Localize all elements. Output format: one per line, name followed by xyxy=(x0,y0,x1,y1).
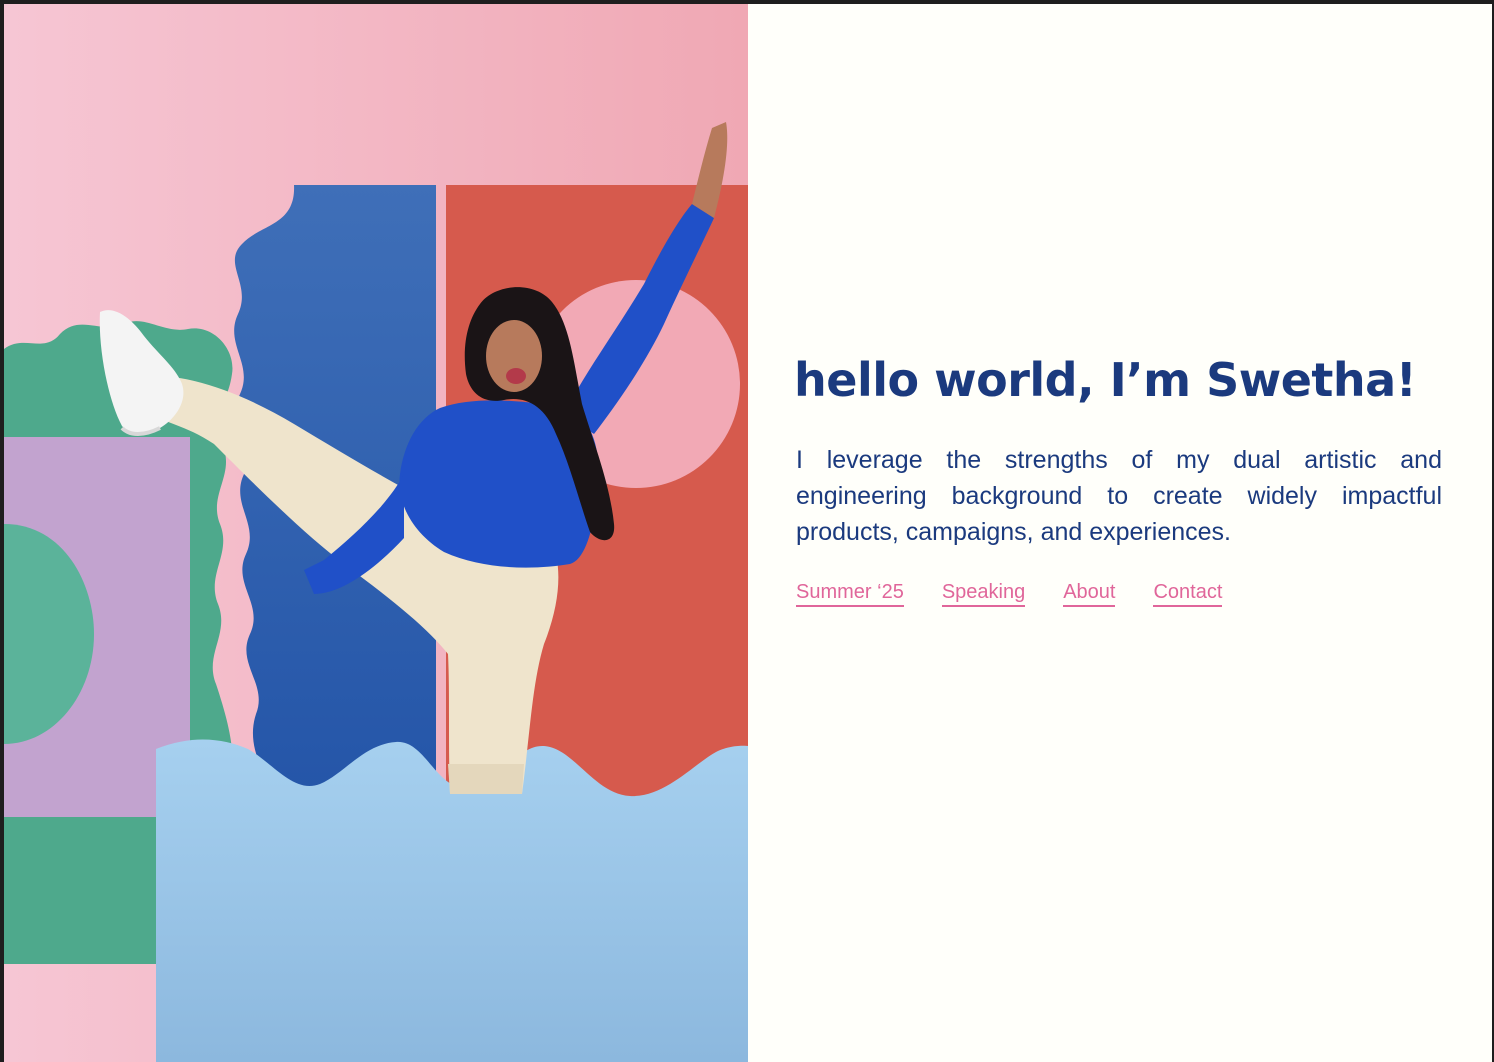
hero-photo xyxy=(4,4,748,1062)
tagline: I leverage the strengths of my dual arti… xyxy=(796,446,1442,546)
nav-link-contact[interactable]: Contact xyxy=(1153,580,1223,607)
intro-section: hello world, I’m Swetha! I leverage the … xyxy=(794,344,1442,607)
nav-link-summer-25[interactable]: Summer ‘25 xyxy=(796,580,904,607)
page-title: hello world, I’m Swetha! xyxy=(794,353,1417,407)
nav-link-speaking[interactable]: Speaking xyxy=(941,580,1026,607)
nav-link-about[interactable]: About xyxy=(1063,580,1116,607)
page: hello world, I’m Swetha! I leverage the … xyxy=(4,4,1492,1062)
nav-links: Summer ‘25 Speaking About Contact xyxy=(796,580,1442,607)
